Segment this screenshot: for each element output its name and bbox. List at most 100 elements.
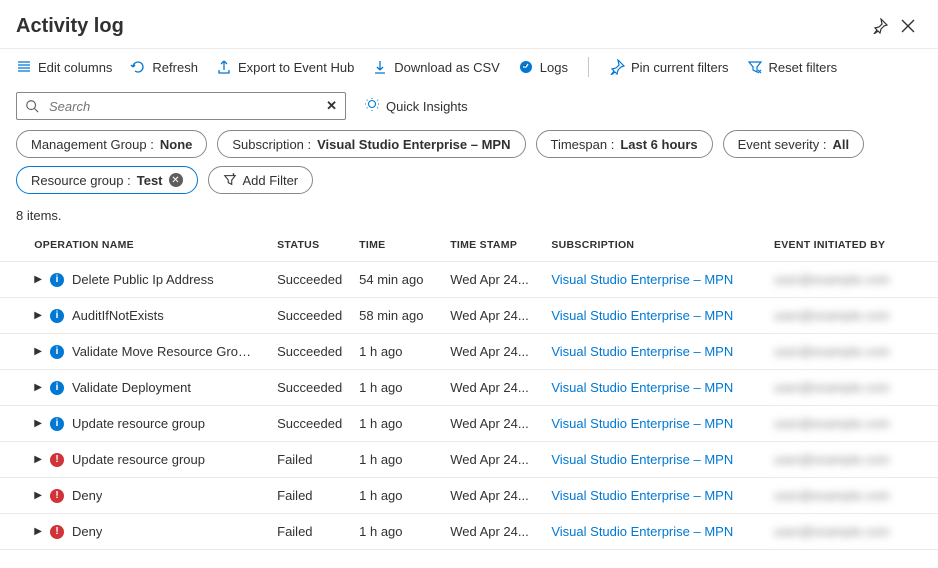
refresh-button[interactable]: Refresh	[130, 59, 198, 75]
activity-table: OPERATION NAME STATUS TIME TIME STAMP SU…	[0, 229, 938, 550]
pin-filters-icon	[609, 59, 625, 75]
logs-button[interactable]: Logs	[518, 59, 568, 75]
status-cell: Succeeded	[269, 406, 351, 442]
pill-label: Timespan :	[551, 137, 615, 152]
subscription-link[interactable]: Visual Studio Enterprise – MPN	[551, 272, 733, 287]
timestamp-cell: Wed Apr 24...	[442, 334, 543, 370]
subscription-link[interactable]: Visual Studio Enterprise – MPN	[551, 380, 733, 395]
col-timestamp[interactable]: TIME STAMP	[442, 229, 543, 262]
table-row[interactable]: ▶iValidate DeploymentSucceeded1 h agoWed…	[0, 370, 938, 406]
timestamp-cell: Wed Apr 24...	[442, 262, 543, 298]
download-button[interactable]: Download as CSV	[372, 59, 500, 75]
operation-name: Update resource group	[72, 452, 205, 467]
item-count: 8 items.	[0, 202, 938, 229]
subscription-link[interactable]: Visual Studio Enterprise – MPN	[551, 452, 733, 467]
expand-icon[interactable]: ▶	[34, 310, 42, 321]
time-cell: 54 min ago	[351, 262, 442, 298]
remove-filter-icon[interactable]: ✕	[169, 173, 183, 187]
time-cell: 1 h ago	[351, 514, 442, 550]
filter-timespan[interactable]: Timespan : Last 6 hours	[536, 130, 713, 158]
pill-label: Event severity :	[738, 137, 827, 152]
operation-name: Deny	[72, 524, 102, 539]
reset-filters-icon	[747, 59, 763, 75]
status-icon: i	[50, 417, 64, 431]
table-row[interactable]: ▶!DenyFailed1 h agoWed Apr 24...Visual S…	[0, 478, 938, 514]
pill-value: Visual Studio Enterprise – MPN	[317, 137, 510, 152]
close-icon[interactable]	[894, 12, 922, 40]
expand-icon[interactable]: ▶	[34, 454, 42, 465]
expand-icon[interactable]: ▶	[34, 274, 42, 285]
logs-label: Logs	[540, 60, 568, 75]
export-icon	[216, 59, 232, 75]
initiated-by-cell: user@example.com	[774, 452, 890, 467]
filter-pills-2: Resource group : Test ✕ Add Filter	[0, 166, 938, 202]
export-button[interactable]: Export to Event Hub	[216, 59, 354, 75]
timestamp-cell: Wed Apr 24...	[442, 298, 543, 334]
table-row[interactable]: ▶!DenyFailed1 h agoWed Apr 24...Visual S…	[0, 514, 938, 550]
status-cell: Succeeded	[269, 334, 351, 370]
expand-icon[interactable]: ▶	[34, 418, 42, 429]
status-cell: Failed	[269, 442, 351, 478]
status-icon: i	[50, 273, 64, 287]
clear-search-icon[interactable]: ✕	[326, 98, 337, 114]
col-initiated-by[interactable]: EVENT INITIATED BY	[766, 229, 938, 262]
refresh-icon	[130, 59, 146, 75]
pill-value: Test	[137, 173, 163, 188]
table-row[interactable]: ▶iDelete Public Ip AddressSucceeded54 mi…	[0, 262, 938, 298]
col-status[interactable]: STATUS	[269, 229, 351, 262]
col-subscription[interactable]: SUBSCRIPTION	[543, 229, 766, 262]
expand-icon[interactable]: ▶	[34, 382, 42, 393]
col-time[interactable]: TIME	[351, 229, 442, 262]
search-row: ✕ Quick Insights	[0, 86, 938, 130]
download-icon	[372, 59, 388, 75]
filter-management-group[interactable]: Management Group : None	[16, 130, 207, 158]
pill-value: Last 6 hours	[620, 137, 697, 152]
search-input[interactable]	[47, 98, 318, 115]
subscription-link[interactable]: Visual Studio Enterprise – MPN	[551, 416, 733, 431]
subscription-link[interactable]: Visual Studio Enterprise – MPN	[551, 524, 733, 539]
timestamp-cell: Wed Apr 24...	[442, 478, 543, 514]
add-filter-button[interactable]: Add Filter	[208, 166, 314, 194]
logs-icon	[518, 59, 534, 75]
status-cell: Succeeded	[269, 298, 351, 334]
status-icon: i	[50, 345, 64, 359]
subscription-link[interactable]: Visual Studio Enterprise – MPN	[551, 308, 733, 323]
time-cell: 1 h ago	[351, 370, 442, 406]
table-row[interactable]: ▶!Update resource groupFailed1 h agoWed …	[0, 442, 938, 478]
subscription-link[interactable]: Visual Studio Enterprise – MPN	[551, 488, 733, 503]
header: Activity log	[0, 0, 938, 48]
initiated-by-cell: user@example.com	[774, 380, 890, 395]
table-header-row: OPERATION NAME STATUS TIME TIME STAMP SU…	[0, 229, 938, 262]
table-row[interactable]: ▶iValidate Move Resource Group Resources…	[0, 334, 938, 370]
pill-label: Resource group :	[31, 173, 131, 188]
filter-resource-group[interactable]: Resource group : Test ✕	[16, 166, 198, 194]
status-icon: i	[50, 309, 64, 323]
time-cell: 1 h ago	[351, 478, 442, 514]
reset-filters-button[interactable]: Reset filters	[747, 59, 838, 75]
filter-subscription[interactable]: Subscription : Visual Studio Enterprise …	[217, 130, 525, 158]
initiated-by-cell: user@example.com	[774, 308, 890, 323]
pin-filters-button[interactable]: Pin current filters	[609, 59, 729, 75]
table-row[interactable]: ▶iUpdate resource groupSucceeded1 h agoW…	[0, 406, 938, 442]
status-icon: !	[50, 453, 64, 467]
add-filter-icon	[223, 173, 237, 187]
initiated-by-cell: user@example.com	[774, 272, 890, 287]
col-operation[interactable]: OPERATION NAME	[26, 229, 269, 262]
subscription-link[interactable]: Visual Studio Enterprise – MPN	[551, 344, 733, 359]
time-cell: 1 h ago	[351, 406, 442, 442]
search-box[interactable]: ✕	[16, 92, 346, 120]
pill-label: Management Group :	[31, 137, 154, 152]
operation-name: Update resource group	[72, 416, 205, 431]
columns-icon	[16, 59, 32, 75]
expand-icon[interactable]: ▶	[34, 346, 42, 357]
pin-icon[interactable]	[866, 12, 894, 40]
filter-severity[interactable]: Event severity : All	[723, 130, 865, 158]
expand-icon[interactable]: ▶	[34, 490, 42, 501]
edit-columns-button[interactable]: Edit columns	[16, 59, 112, 75]
expand-icon[interactable]: ▶	[34, 526, 42, 537]
pill-label: Subscription :	[232, 137, 311, 152]
table-row[interactable]: ▶iAuditIfNotExistsSucceeded58 min agoWed…	[0, 298, 938, 334]
initiated-by-cell: user@example.com	[774, 524, 890, 539]
status-cell: Succeeded	[269, 370, 351, 406]
quick-insights-button[interactable]: Quick Insights	[364, 97, 468, 116]
